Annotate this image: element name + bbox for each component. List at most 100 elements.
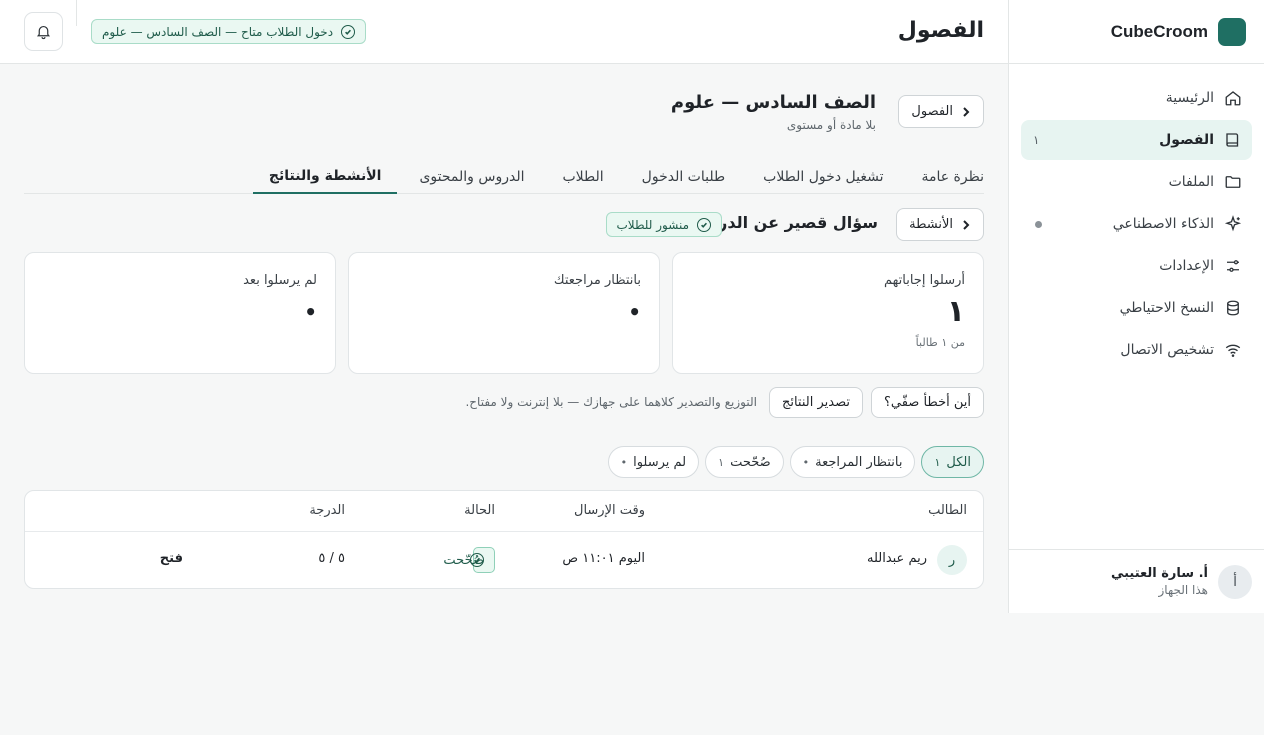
top-bar: الفصول دخول الطلاب متاح — الصف السادس — … [0,0,1008,64]
sidebar-item-label: الإعدادات [1159,258,1214,274]
published-status-badge: منشور للطلاب [605,212,722,237]
brand: CubeCroom [1009,0,1264,64]
student-name: ريم عبدالله [866,551,927,566]
book-icon [1226,133,1239,147]
sidebar-item-label: النسخ الاحتياطي [1119,300,1214,316]
back-to-classes-button[interactable]: الفصول [898,95,984,128]
tab-activities-results[interactable]: الأنشطة والنتائج [252,160,398,194]
chevron-right-icon [963,219,970,230]
user-profile[interactable]: أ أ. سارة العتيبي هذا الجهاز [1009,549,1264,613]
stats-cards: أرسلوا إجاباتهم ١ من ١ طالباً بانتظار مر… [24,252,984,374]
sparkle-icon [1224,215,1242,232]
submission-filters: الكل ١ بانتظار المراجعة • صُحّحت ١ لم ير… [24,446,984,478]
notifications-button[interactable] [24,12,63,51]
filter-all[interactable]: الكل ١ [921,446,984,478]
column-header-time: وقت الإرسال [574,503,645,518]
stat-value: • [304,300,317,324]
grade-value: ٥ / ٥ [318,551,345,566]
folder-icon [1225,176,1241,188]
sidebar-item-backup[interactable]: النسخ الاحتياطي [1021,288,1252,328]
filter-count: • [620,455,628,469]
user-name: أ. سارة العتيبي [1110,566,1208,581]
activity-header: الأنشطة سؤال قصير عن الدرس منشور للطلاب [24,208,984,241]
student-access-text: دخول الطلاب متاح — الصف السادس — علوم [102,24,334,39]
export-results-button[interactable]: تصدير النتائج [768,386,863,418]
back-to-activities-button[interactable]: الأنشطة [896,208,984,241]
offline-note: التوزيع والتصدير كلاهما على جهازك — بلا … [465,395,757,409]
bell-icon [36,25,51,40]
table-row[interactable]: ر ريم عبدالله اليوم ١١:٠١ ص صُحّحت ٥ / ٥… [25,532,983,588]
filter-label: صُحّحت [730,454,771,470]
results-actions: أين أخطأ صفّي؟ تصدير النتائج التوزيع وال… [24,386,984,418]
sidebar: CubeCroom الرئيسية الفصول ١ الملفات الذك… [1008,0,1264,613]
tab-join-requests[interactable]: طلبات الدخول [626,160,741,194]
divider [76,0,77,26]
user-device: هذا الجهاز [1158,583,1209,597]
check-circle-icon [341,24,356,39]
home-icon [1225,91,1241,106]
filter-label: بانتظار المراجعة [815,454,903,470]
sidebar-item-home[interactable]: الرئيسية [1021,78,1252,118]
stat-card-submitted: أرسلوا إجاباتهم ١ من ١ طالباً [672,252,984,374]
page-title: الفصول [897,18,984,43]
sliders-icon [1227,260,1239,272]
stat-label: لم يرسلوا بعد [243,273,317,288]
back-button-label: الفصول [911,104,953,119]
class-tabs: نظرة عامة تشغيل دخول الطلاب طلبات الدخول… [24,160,984,194]
tab-overview[interactable]: نظرة عامة [905,160,984,194]
brand-name: CubeCroom [1110,21,1208,41]
column-header-grade: الدرجة [309,503,345,518]
stat-label: بانتظار مراجعتك [553,273,641,288]
wifi-icon [1225,344,1241,357]
column-header-status: الحالة [464,503,495,518]
tab-student-access[interactable]: تشغيل دخول الطلاب [747,160,899,194]
status-badge: صُحّحت [443,547,495,573]
stat-label: أرسلوا إجاباتهم [884,273,965,288]
student-access-badge: دخول الطلاب متاح — الصف السادس — علوم [91,19,367,44]
filter-label: الكل [946,454,971,470]
sidebar-nav: الرئيسية الفصول ١ الملفات الذكاء الاصطنا… [1009,64,1264,370]
brand-logo [1218,17,1246,46]
submission-time: اليوم ١١:٠١ ص [562,551,645,566]
filter-graded[interactable]: صُحّحت ١ [705,446,784,478]
sidebar-item-ai[interactable]: الذكاء الاصطناعي [1021,204,1252,244]
sidebar-item-count: ١ [1033,133,1040,147]
sidebar-item-label: الملفات [1168,174,1214,190]
sidebar-item-label: الفصول [1159,132,1214,148]
class-mistakes-button[interactable]: أين أخطأ صفّي؟ [870,386,984,418]
sidebar-item-classes[interactable]: الفصول ١ [1021,120,1252,160]
student-avatar: ر [937,545,967,575]
filter-not-submitted[interactable]: لم يرسلوا • [607,446,700,478]
filter-count: • [802,455,810,469]
column-header-student: الطالب [928,503,967,518]
avatar: أ [1218,564,1252,599]
check-circle-icon [697,217,711,232]
filter-label: لم يرسلوا [633,454,687,470]
open-submission-link[interactable]: فتح [160,551,183,566]
sidebar-item-label: الرئيسية [1165,90,1214,106]
class-title: الصف السادس — علوم [670,92,876,113]
tab-lessons[interactable]: الدروس والمحتوى [403,160,540,194]
stat-card-pending-review: بانتظار مراجعتك • [348,252,660,374]
sidebar-item-files[interactable]: الملفات [1021,162,1252,202]
activity-title: سؤال قصير عن الدرس [696,213,878,232]
back-button-label: الأنشطة [909,217,953,232]
filter-pending-review[interactable]: بانتظار المراجعة • [789,446,916,478]
filter-count: ١ [718,455,725,469]
sidebar-item-settings[interactable]: الإعدادات [1021,246,1252,286]
table-header: الطالب وقت الإرسال الحالة الدرجة [25,491,983,532]
status-dot [1035,220,1042,228]
class-subtitle: بلا مادة أو مستوى [786,118,876,132]
stat-value: • [628,300,641,324]
stat-card-not-submitted: لم يرسلوا بعد • [24,252,336,374]
tab-students[interactable]: الطلاب [546,160,619,194]
sidebar-item-diagnostics[interactable]: تشخيص الاتصال [1021,330,1252,370]
stat-value: ١ [946,294,965,329]
submissions-table: الطالب وقت الإرسال الحالة الدرجة ر ريم ع… [24,490,984,589]
sidebar-item-label: تشخيص الاتصال [1120,342,1214,358]
stat-subtext: من ١ طالباً [915,336,965,349]
chevron-right-icon [963,106,970,117]
status-text: صُحّحت [443,552,484,568]
filter-count: ١ [934,455,941,469]
main-content: الفصول الصف السادس — علوم بلا مادة أو مس… [0,64,1008,735]
